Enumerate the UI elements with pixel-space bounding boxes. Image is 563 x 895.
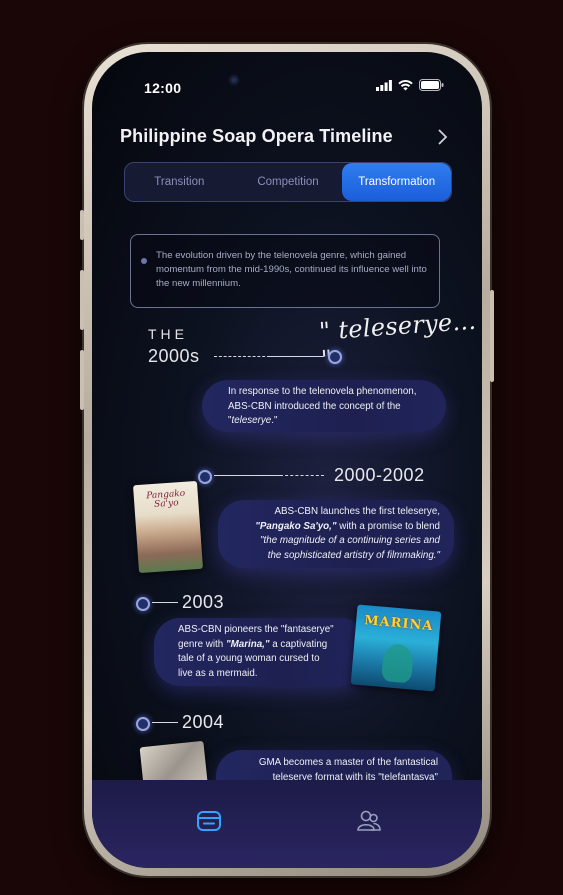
timeline-dash	[280, 475, 324, 477]
timeline-line	[214, 475, 280, 476]
power-button	[490, 290, 494, 382]
tab-transformation[interactable]: Transformation	[342, 163, 451, 201]
page-title: Philippine Soap Opera Timeline	[120, 126, 393, 146]
tab-transition[interactable]: Transition	[125, 163, 234, 201]
era-prefix: THE	[148, 326, 188, 342]
timeline-dash	[214, 356, 270, 358]
front-camera-icon	[228, 74, 240, 86]
action-button	[80, 210, 84, 240]
intro-bubble: In response to the telenovela phenomenon…	[194, 380, 446, 434]
bullet-icon	[141, 258, 147, 264]
timeline-line	[152, 722, 178, 723]
nav-timeline-button[interactable]	[194, 806, 224, 836]
battery-icon	[419, 79, 444, 91]
year-label: 2004	[182, 712, 225, 732]
entry-text: ABS-CBN launches the first teleserye, "P…	[255, 506, 440, 561]
year-label: 2003	[182, 592, 225, 612]
nav-people-button[interactable]	[354, 806, 384, 836]
people-icon	[357, 810, 381, 831]
wifi-icon	[398, 79, 413, 90]
era-title: 2000s	[148, 346, 200, 366]
teleserye-quote: " teleserye... "	[318, 306, 478, 374]
status-bar: 12:00	[92, 52, 482, 112]
timeline-line	[152, 602, 178, 603]
poster-title: Pangako Sa'yo	[146, 488, 186, 510]
entry-bubble: ABS-CBN launches the first teleserye, "P…	[210, 500, 454, 570]
intro-text: In response to the telenovela phenomenon…	[228, 386, 417, 426]
marina-poster-image[interactable]: MARINA	[350, 604, 442, 692]
timeline-icon	[197, 811, 221, 831]
entry-text: ABS-CBN pioneers the "fantaserye" genre …	[178, 624, 334, 679]
status-icons	[376, 79, 444, 91]
phone-frame: 12:00 Philippine Soap Opera Timeline Tra…	[80, 44, 494, 876]
timeline-node[interactable]	[136, 597, 150, 611]
status-time: 12:00	[144, 80, 182, 96]
info-text: The evolution driven by the telenovela g…	[156, 250, 427, 289]
entry-bubble: ABS-CBN pioneers the "fantaserye" genre …	[146, 618, 366, 688]
screen: 12:00 Philippine Soap Opera Timeline Tra…	[92, 52, 482, 868]
timeline-node[interactable]	[136, 717, 150, 731]
timeline-line	[270, 356, 324, 357]
volume-up-button	[80, 270, 84, 330]
chevron-right-icon[interactable]	[437, 128, 449, 146]
pangako-poster-image[interactable]: Pangako Sa'yo	[133, 480, 203, 574]
timeline-node[interactable]	[198, 470, 212, 484]
cellular-signal-icon	[376, 79, 392, 91]
poster-title: MARINA	[363, 613, 434, 635]
tab-bar: Transition Competition Transformation	[124, 162, 452, 202]
volume-down-button	[80, 350, 84, 410]
poster-figure	[381, 642, 415, 684]
tab-competition[interactable]: Competition	[234, 163, 343, 201]
timeline-node[interactable]	[328, 350, 342, 364]
info-card: The evolution driven by the telenovela g…	[130, 234, 440, 308]
bottom-nav	[92, 780, 482, 868]
year-label: 2000-2002	[334, 465, 425, 485]
